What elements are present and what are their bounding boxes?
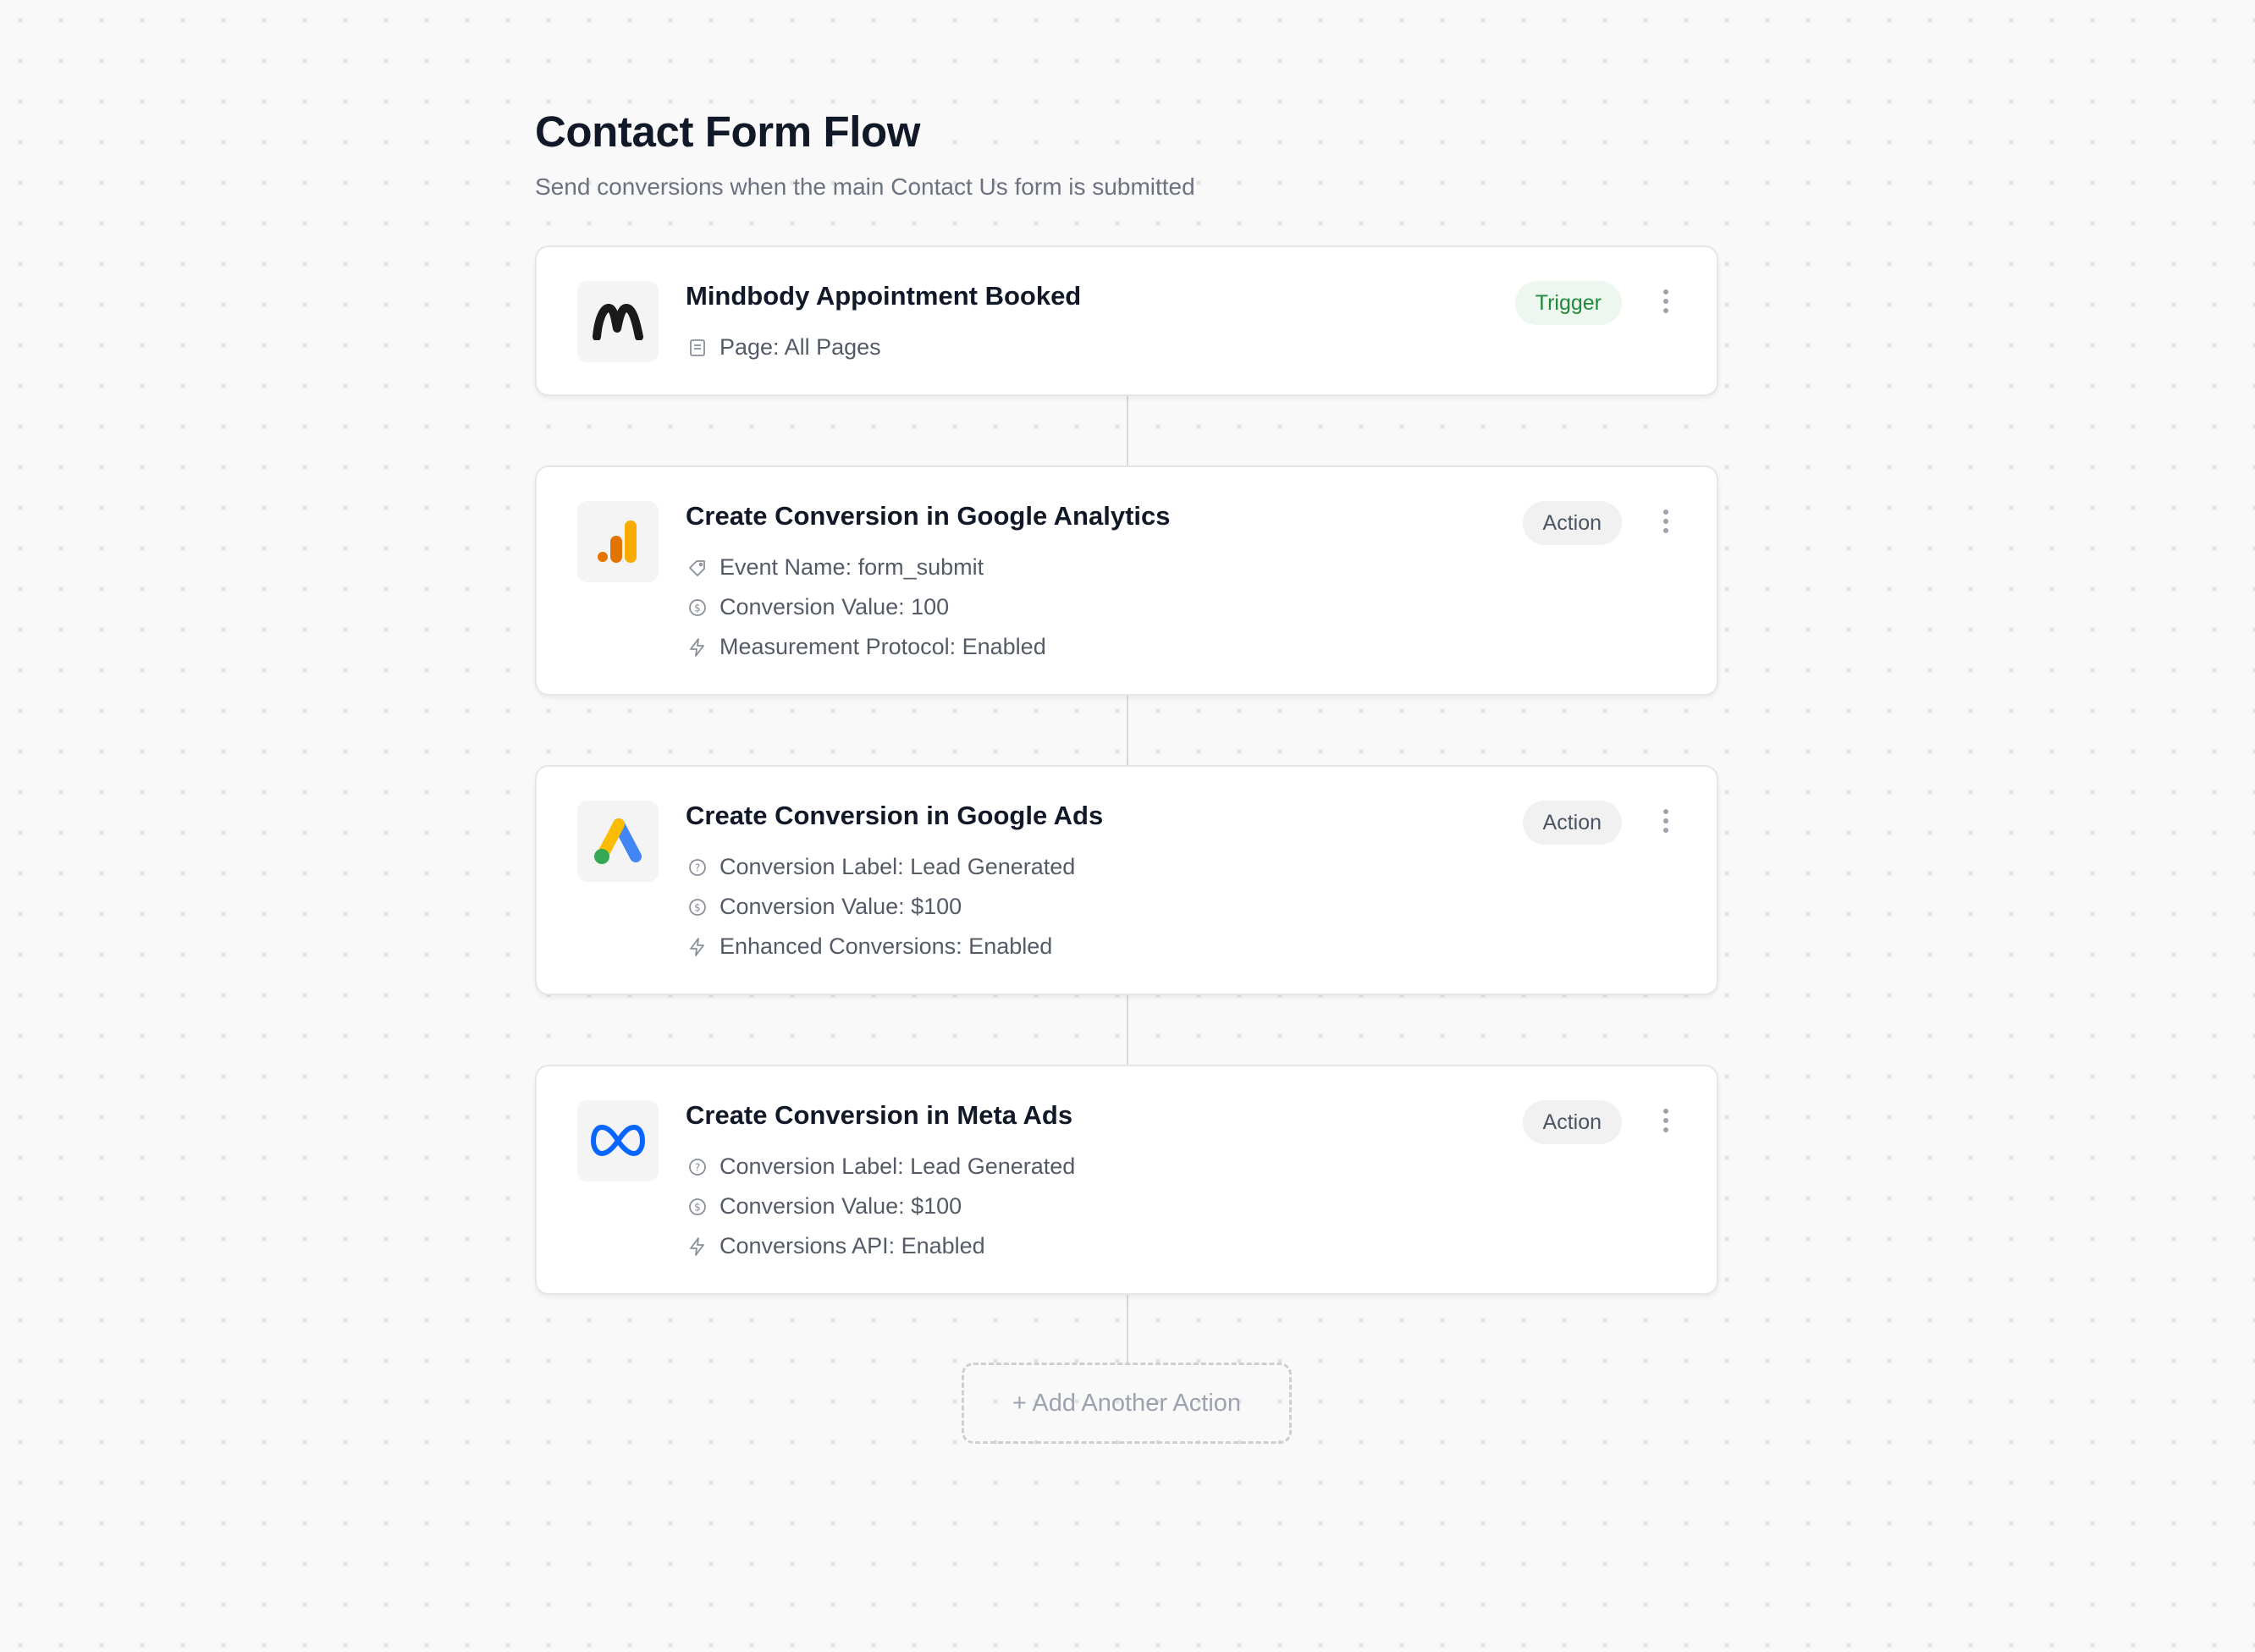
step-details: ? Conversion Label: Lead Generated $ Con…: [686, 1147, 1075, 1266]
page-icon: [686, 336, 709, 360]
menu-dot: [1663, 1109, 1668, 1114]
detail-protocol: Measurement Protocol: Enabled: [686, 627, 1046, 667]
step-title: Mindbody Appointment Booked: [686, 281, 1082, 311]
detail-text: Conversion Label: Lead Generated: [720, 854, 1076, 879]
step-card-google-ads[interactable]: Create Conversion in Google Ads ? Conver…: [535, 765, 1718, 995]
menu-dot: [1663, 289, 1668, 295]
menu-dot: [1663, 1127, 1668, 1132]
action-badge: Action: [1522, 801, 1622, 845]
dollar-circle-icon: $: [686, 1195, 709, 1219]
step-card-meta-ads[interactable]: Create Conversion in Meta Ads ? Conversi…: [535, 1065, 1718, 1295]
menu-dot: [1663, 528, 1668, 533]
more-options-button[interactable]: [1656, 804, 1676, 838]
detail-page: Page: All Pages: [686, 328, 881, 367]
detail-text: Conversion Value: $100: [720, 1193, 962, 1219]
step-title: Create Conversion in Meta Ads: [686, 1100, 1073, 1130]
menu-dot: [1663, 308, 1668, 313]
mindbody-logo-icon: [577, 281, 659, 362]
detail-text: Conversion Value: $100: [720, 894, 962, 919]
menu-dot: [1663, 818, 1668, 823]
svg-text:$: $: [694, 1201, 701, 1213]
detail-text: Conversion Value: 100: [720, 594, 950, 620]
step-title: Create Conversion in Google Analytics: [686, 501, 1171, 531]
flow-connector: [1127, 396, 1128, 465]
menu-dot: [1663, 828, 1668, 833]
flow-connector: [1127, 995, 1128, 1065]
step-card-trigger[interactable]: Mindbody Appointment Booked Page: All Pa…: [535, 245, 1718, 396]
page-subtitle: Send conversions when the main Contact U…: [535, 173, 1195, 200]
detail-text: Enhanced Conversions: Enabled: [720, 933, 1053, 959]
menu-dot: [1663, 509, 1668, 515]
detail-conversion-value: $ Conversion Value: 100: [686, 587, 1046, 627]
dollar-circle-icon: $: [686, 895, 709, 919]
more-options-button[interactable]: [1656, 284, 1676, 318]
more-options-button[interactable]: [1656, 504, 1676, 538]
flow-connector: [1127, 696, 1128, 765]
bolt-icon: [686, 935, 709, 959]
detail-enhanced: Enhanced Conversions: Enabled: [686, 927, 1075, 966]
step-title: Create Conversion in Google Ads: [686, 801, 1104, 830]
action-badge: Action: [1522, 1100, 1622, 1144]
detail-text: Conversion Label: Lead Generated: [720, 1154, 1076, 1179]
detail-text: Page: All Pages: [720, 334, 881, 360]
trigger-badge: Trigger: [1514, 281, 1622, 325]
svg-text:$: $: [694, 602, 701, 614]
meta-logo-icon: [577, 1100, 659, 1181]
detail-conversion-label: ? Conversion Label: Lead Generated: [686, 1147, 1075, 1187]
more-options-button[interactable]: [1656, 1104, 1676, 1137]
menu-dot: [1663, 1118, 1668, 1123]
detail-text: Conversions API: Enabled: [720, 1233, 985, 1258]
help-circle-icon: ?: [686, 856, 709, 879]
detail-conversion-value: $ Conversion Value: $100: [686, 887, 1075, 927]
svg-text:?: ?: [695, 862, 700, 873]
detail-conversions-api: Conversions API: Enabled: [686, 1226, 1075, 1266]
page-title: Contact Form Flow: [535, 107, 921, 156]
detail-conversion-label: ? Conversion Label: Lead Generated: [686, 847, 1075, 887]
dollar-circle-icon: $: [686, 596, 709, 620]
step-details: Page: All Pages: [686, 328, 881, 367]
google-analytics-logo-icon: [577, 501, 659, 582]
detail-text: Measurement Protocol: Enabled: [720, 634, 1046, 659]
bolt-icon: [686, 636, 709, 659]
help-circle-icon: ?: [686, 1155, 709, 1179]
menu-dot: [1663, 519, 1668, 524]
flow-connector: [1127, 1295, 1128, 1364]
google-ads-logo-icon: [577, 801, 659, 882]
add-another-action-button[interactable]: + Add Another Action: [962, 1363, 1292, 1444]
detail-conversion-value: $ Conversion Value: $100: [686, 1187, 1075, 1226]
svg-text:?: ?: [695, 1161, 700, 1173]
detail-text: Event Name: form_submit: [720, 554, 984, 580]
menu-dot: [1663, 299, 1668, 304]
step-details: ? Conversion Label: Lead Generated $ Con…: [686, 847, 1075, 966]
svg-text:$: $: [694, 901, 701, 913]
detail-event-name: Event Name: form_submit: [686, 548, 1046, 587]
action-badge: Action: [1522, 501, 1622, 545]
step-details: Event Name: form_submit $ Conversion Val…: [686, 548, 1046, 667]
step-card-google-analytics[interactable]: Create Conversion in Google Analytics Ev…: [535, 465, 1718, 696]
tag-icon: [686, 556, 709, 580]
menu-dot: [1663, 809, 1668, 814]
bolt-icon: [686, 1235, 709, 1258]
